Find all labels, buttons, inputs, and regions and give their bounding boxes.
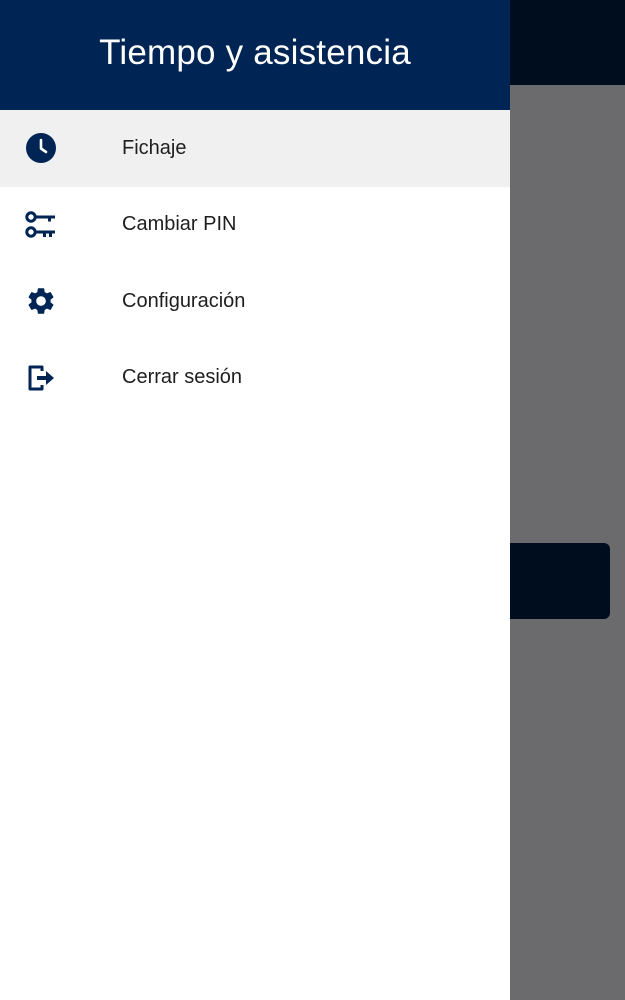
- menu-item-label: Fichaje: [122, 136, 187, 159]
- drawer-title: Tiempo y asistencia: [99, 33, 411, 72]
- menu-item-label: Configuración: [122, 289, 246, 312]
- navigation-drawer: Tiempo y asistencia Fichaje Cambiar PIN …: [0, 0, 510, 1000]
- logout-icon: [24, 361, 58, 395]
- clock-icon: [24, 131, 58, 165]
- menu-item-configuracion[interactable]: Configuración: [0, 263, 510, 340]
- menu-item-label: Cambiar PIN: [122, 213, 237, 236]
- key-icon: [24, 208, 58, 242]
- menu-item-cambiar-pin[interactable]: Cambiar PIN: [0, 187, 510, 264]
- drawer-menu: Fichaje Cambiar PIN Configuración Cerrar…: [0, 110, 510, 416]
- menu-item-fichaje[interactable]: Fichaje: [0, 110, 510, 187]
- drawer-header: Tiempo y asistencia: [0, 0, 510, 110]
- menu-item-cerrar-sesion[interactable]: Cerrar sesión: [0, 340, 510, 417]
- menu-item-label: Cerrar sesión: [122, 366, 243, 389]
- gear-icon: [24, 284, 58, 318]
